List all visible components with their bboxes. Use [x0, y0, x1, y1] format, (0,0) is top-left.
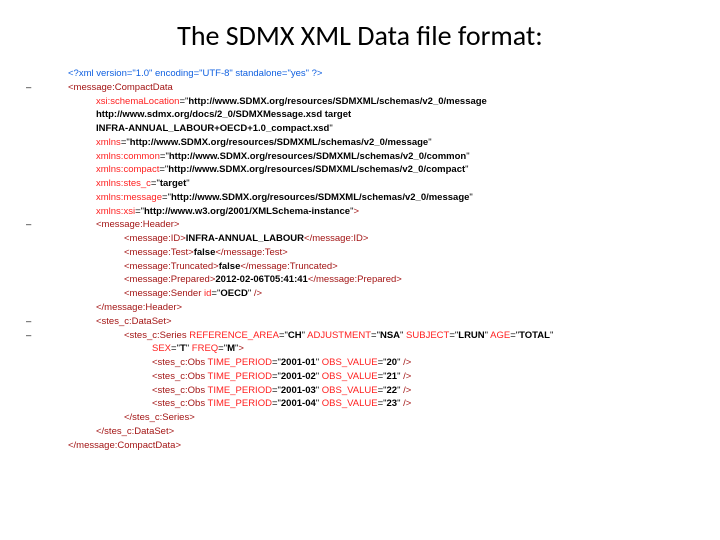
xml-code-block: <?xml version="1.0" encoding="UTF-8" sta… — [40, 67, 680, 452]
header-open: –<message:Header> — [40, 218, 680, 232]
obs-3: <stes_c:Obs TIME_PERIOD="2001-03" OBS_VA… — [40, 384, 680, 398]
xmlns: xmlns="http://www.SDMX.org/resources/SDM… — [40, 136, 680, 150]
obs-1: <stes_c:Obs TIME_PERIOD="2001-01" OBS_VA… — [40, 356, 680, 370]
series-open: –<stes_c:Series REFERENCE_AREA="CH" ADJU… — [40, 329, 680, 343]
xml-declaration: <?xml version="1.0" encoding="UTF-8" sta… — [40, 67, 680, 81]
schema-location-3: INFRA-ANNUAL_LABOUR+OECD+1.0_compact.xsd… — [40, 122, 680, 136]
msg-id: <message:ID>INFRA-ANNUAL_LABOUR</message… — [40, 232, 680, 246]
obs-2: <stes_c:Obs TIME_PERIOD="2001-02" OBS_VA… — [40, 370, 680, 384]
msg-prepared: <message:Prepared>2012-02-06T05:41:41</m… — [40, 273, 680, 287]
xmlns-compact: xmlns:compact="http://www.SDMX.org/resou… — [40, 163, 680, 177]
schema-location-2: http://www.sdmx.org/docs/2_0/SDMXMessage… — [40, 108, 680, 122]
slide-title: The SDMX XML Data file format: — [40, 18, 680, 53]
xmlns-xsi: xmlns:xsi="http://www.w3.org/2001/XMLSch… — [40, 205, 680, 219]
dataset-close: </stes_c:DataSet> — [40, 425, 680, 439]
xmlns-common: xmlns:common="http://www.SDMX.org/resour… — [40, 150, 680, 164]
obs-4: <stes_c:Obs TIME_PERIOD="2001-04" OBS_VA… — [40, 397, 680, 411]
header-close: </message:Header> — [40, 301, 680, 315]
schema-location-1: xsi:schemaLocation="http://www.SDMX.org/… — [40, 95, 680, 109]
xmlns-stes: xmlns:stes_c="target" — [40, 177, 680, 191]
msg-test: <message:Test>false</message:Test> — [40, 246, 680, 260]
series-close: </stes_c:Series> — [40, 411, 680, 425]
msg-sender: <message:Sender id="OECD" /> — [40, 287, 680, 301]
dataset-open: –<stes_c:DataSet> — [40, 315, 680, 329]
root-close: </message:CompactData> — [40, 439, 680, 453]
xmlns-message: xmlns:message="http://www.SDMX.org/resou… — [40, 191, 680, 205]
slide: The SDMX XML Data file format: <?xml ver… — [0, 0, 720, 540]
root-open: –<message:CompactData — [40, 81, 680, 95]
series-open-2: SEX="T" FREQ="M"> — [40, 342, 680, 356]
msg-truncated: <message:Truncated>false</message:Trunca… — [40, 260, 680, 274]
